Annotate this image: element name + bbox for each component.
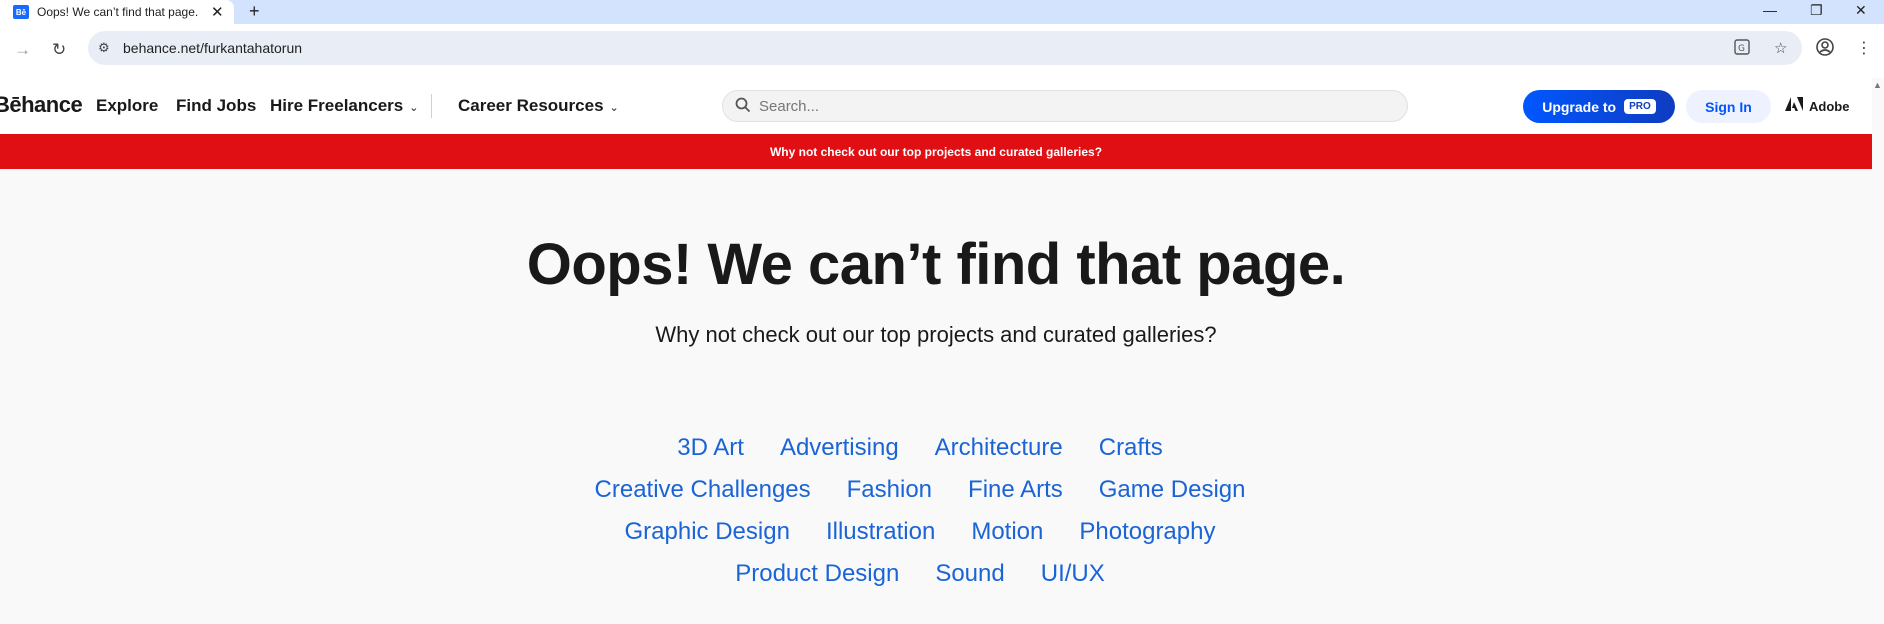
search-input[interactable]: Search... [722,90,1408,122]
nav-career-resources-label: Career Resources [458,96,604,115]
nav-divider [431,94,432,118]
behance-logo[interactable]: Bēhance [0,92,83,118]
new-tab-button[interactable]: + [249,1,260,22]
category-link[interactable]: Advertising [780,434,899,462]
promo-banner[interactable]: Why not check out our top projects and c… [0,134,1872,169]
category-link[interactable]: Fine Arts [968,476,1063,504]
category-row: Creative Challenges Fashion Fine Arts Ga… [0,469,1840,511]
url-text[interactable]: behance.net/furkantahatorun [123,40,302,56]
category-row: 3D Art Advertising Architecture Crafts [0,427,1840,469]
nav-explore[interactable]: Explore [96,96,158,116]
forward-icon[interactable]: → [14,40,31,60]
adobe-link[interactable]: Adobe [1785,97,1849,116]
category-link[interactable]: 3D Art [677,434,744,462]
category-link[interactable]: Game Design [1099,476,1246,504]
category-link[interactable]: Crafts [1099,434,1163,462]
tab-close-icon[interactable]: ✕ [211,3,224,21]
category-link[interactable]: UI/UX [1041,560,1105,588]
restore-button[interactable]: ❐ [1810,2,1823,19]
upgrade-label: Upgrade to [1542,98,1617,115]
nav-find-jobs[interactable]: Find Jobs [176,96,256,116]
close-window-button[interactable]: ✕ [1855,2,1867,19]
browser-tabbar: Bē Oops! We can’t find that page. ✕ + — … [0,0,1884,24]
nav-hire-freelancers-label: Hire Freelancers [270,96,404,115]
search-icon [735,97,751,117]
translate-icon[interactable]: G [1734,39,1750,59]
minimize-button[interactable]: — [1763,2,1777,18]
category-link[interactable]: Architecture [935,434,1063,462]
sign-in-button[interactable]: Sign In [1686,90,1771,123]
bookmark-star-icon[interactable]: ☆ [1774,39,1787,57]
browser-tab[interactable]: Bē Oops! We can’t find that page. ✕ [0,0,234,24]
pro-badge: PRO [1624,99,1656,114]
browser-toolbar: → ↻ ⚙ behance.net/furkantahatorun G ☆ ⋮ [0,24,1884,78]
menu-icon[interactable]: ⋮ [1856,38,1872,58]
search-placeholder: Search... [759,98,820,115]
adobe-logo-icon [1785,97,1803,116]
adobe-label: Adobe [1809,99,1850,114]
nav-career-resources[interactable]: Career Resources ⌄ [458,96,619,116]
category-row: Graphic Design Illustration Motion Photo… [0,511,1840,553]
category-link[interactable]: Creative Challenges [595,476,811,504]
category-link[interactable]: Motion [971,518,1043,546]
page-subtitle: Why not check out our top projects and c… [655,322,1217,347]
reload-icon[interactable]: ↻ [52,40,66,60]
category-link[interactable]: Fashion [847,476,932,504]
svg-text:G: G [1738,44,1745,54]
page-title: Oops! We can’t find that page. [526,232,1346,297]
category-link[interactable]: Product Design [735,560,899,588]
chevron-down-icon: ⌄ [409,102,419,114]
behance-favicon-icon: Bē [13,5,29,19]
chevron-down-icon: ⌄ [609,102,619,114]
category-link[interactable]: Photography [1079,518,1215,546]
site-info-icon[interactable]: ⚙ [98,40,110,56]
main-content: Oops! We can’t find that page. Why not c… [0,169,1872,624]
profile-icon[interactable] [1816,38,1834,61]
scrollbar-up-arrow-icon[interactable]: ▲ [1873,80,1882,90]
upgrade-to-pro-button[interactable]: Upgrade to PRO [1523,90,1675,123]
category-links: 3D Art Advertising Architecture Crafts C… [0,427,1840,595]
tab-title: Oops! We can’t find that page. [37,5,199,19]
category-link[interactable]: Sound [935,560,1004,588]
category-link[interactable]: Graphic Design [625,518,790,546]
category-row: Product Design Sound UI/UX [0,553,1840,595]
site-header: Bēhance Explore Find Jobs Hire Freelance… [0,78,1872,134]
category-link[interactable]: Illustration [826,518,935,546]
nav-hire-freelancers[interactable]: Hire Freelancers ⌄ [270,96,418,116]
address-bar[interactable]: ⚙ behance.net/furkantahatorun G ☆ [88,31,1802,65]
